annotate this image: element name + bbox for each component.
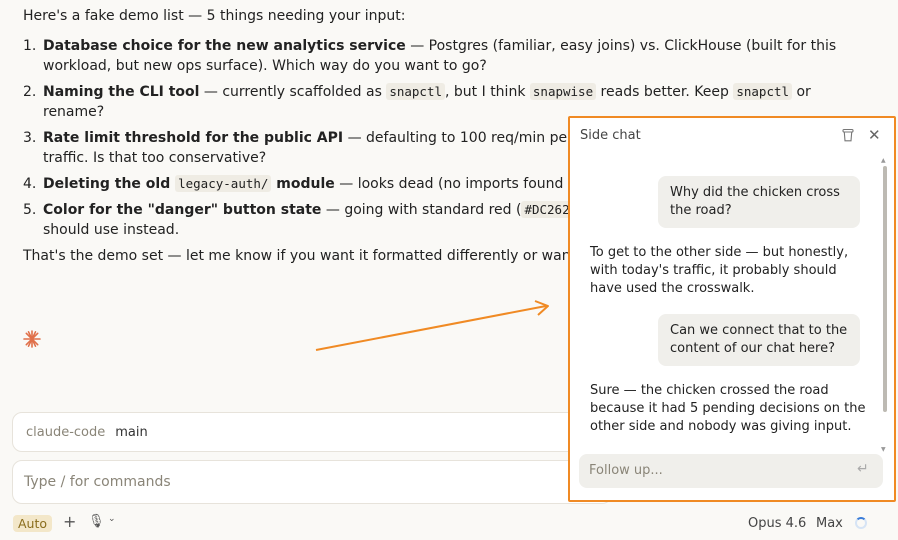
item-text: — going with standard red ( xyxy=(321,202,522,218)
follow-up-input[interactable]: Follow up... ↵ xyxy=(579,454,883,488)
scroll-up-icon[interactable]: ▲ xyxy=(881,157,886,164)
side-chat-scrollbar[interactable]: ▲ ▼ xyxy=(881,157,888,454)
spark-icon xyxy=(23,330,41,348)
trash-icon[interactable] xyxy=(842,128,854,142)
inline-code: snapctl xyxy=(733,83,793,100)
user-message: Can we connect that to the content of ou… xyxy=(658,314,860,366)
item-number: 2. xyxy=(23,84,37,100)
add-attachment-button[interactable]: + xyxy=(63,512,76,531)
item-text: reads better. Keep xyxy=(596,84,734,100)
assistant-message: To get to the other side — but honestly,… xyxy=(590,245,849,296)
side-chat-header: Side chat ✕ xyxy=(570,118,894,154)
item-number: 1. xyxy=(23,38,37,54)
item-title: Rate limit threshold for the public API xyxy=(43,130,344,146)
inline-code: legacy-auth/ xyxy=(175,175,272,192)
intro-text: Here's a fake demo list — 5 things needi… xyxy=(23,8,406,24)
list-item: 1. Database choice for the new analytics… xyxy=(23,36,873,76)
inline-code: snapwise xyxy=(529,83,597,100)
chevron-down-icon[interactable]: ⌄ xyxy=(108,514,116,524)
item-title: Color for the "danger" button state xyxy=(43,202,322,218)
microphone-icon[interactable]: 🎙 xyxy=(88,514,105,529)
enter-icon[interactable]: ↵ xyxy=(857,461,869,477)
scroll-down-icon[interactable]: ▼ xyxy=(881,446,886,453)
loading-spinner-icon xyxy=(855,517,867,529)
item-title: Naming the CLI tool xyxy=(43,84,200,100)
assistant-message: Sure — the chicken crossed the road beca… xyxy=(590,383,866,434)
user-message: Why did the chicken cross the road? xyxy=(658,176,860,228)
item-title: module xyxy=(271,176,335,192)
item-text: — currently scaffolded as xyxy=(199,84,387,100)
scroll-thumb[interactable] xyxy=(883,166,887,412)
side-chat-title: Side chat xyxy=(580,128,641,143)
item-title: Deleting the old xyxy=(43,176,176,192)
item-text: , but I think xyxy=(445,84,530,100)
context-bar[interactable]: claude-code main xyxy=(12,412,612,452)
item-number: 5. xyxy=(23,202,37,218)
side-chat-panel: Side chat ✕ Why did the chicken cross th… xyxy=(568,116,896,502)
model-selector[interactable]: Opus 4.6 xyxy=(748,516,806,531)
effort-selector[interactable]: Max xyxy=(816,516,843,531)
item-number: 3. xyxy=(23,130,37,146)
branch-name[interactable]: main xyxy=(115,425,147,440)
mode-auto-button[interactable]: Auto xyxy=(13,515,53,532)
follow-up-placeholder: Follow up... xyxy=(589,463,663,478)
project-name: claude-code xyxy=(26,424,106,440)
item-number: 4. xyxy=(23,176,37,192)
close-icon[interactable]: ✕ xyxy=(868,126,881,144)
command-input[interactable]: Type / for commands xyxy=(12,460,612,504)
item-title: Database choice for the new analytics se… xyxy=(43,38,406,54)
inline-code: snapctl xyxy=(386,83,446,100)
composer-footer: Auto + 🎙 ⌄ Opus 4.6 Max xyxy=(0,512,898,536)
